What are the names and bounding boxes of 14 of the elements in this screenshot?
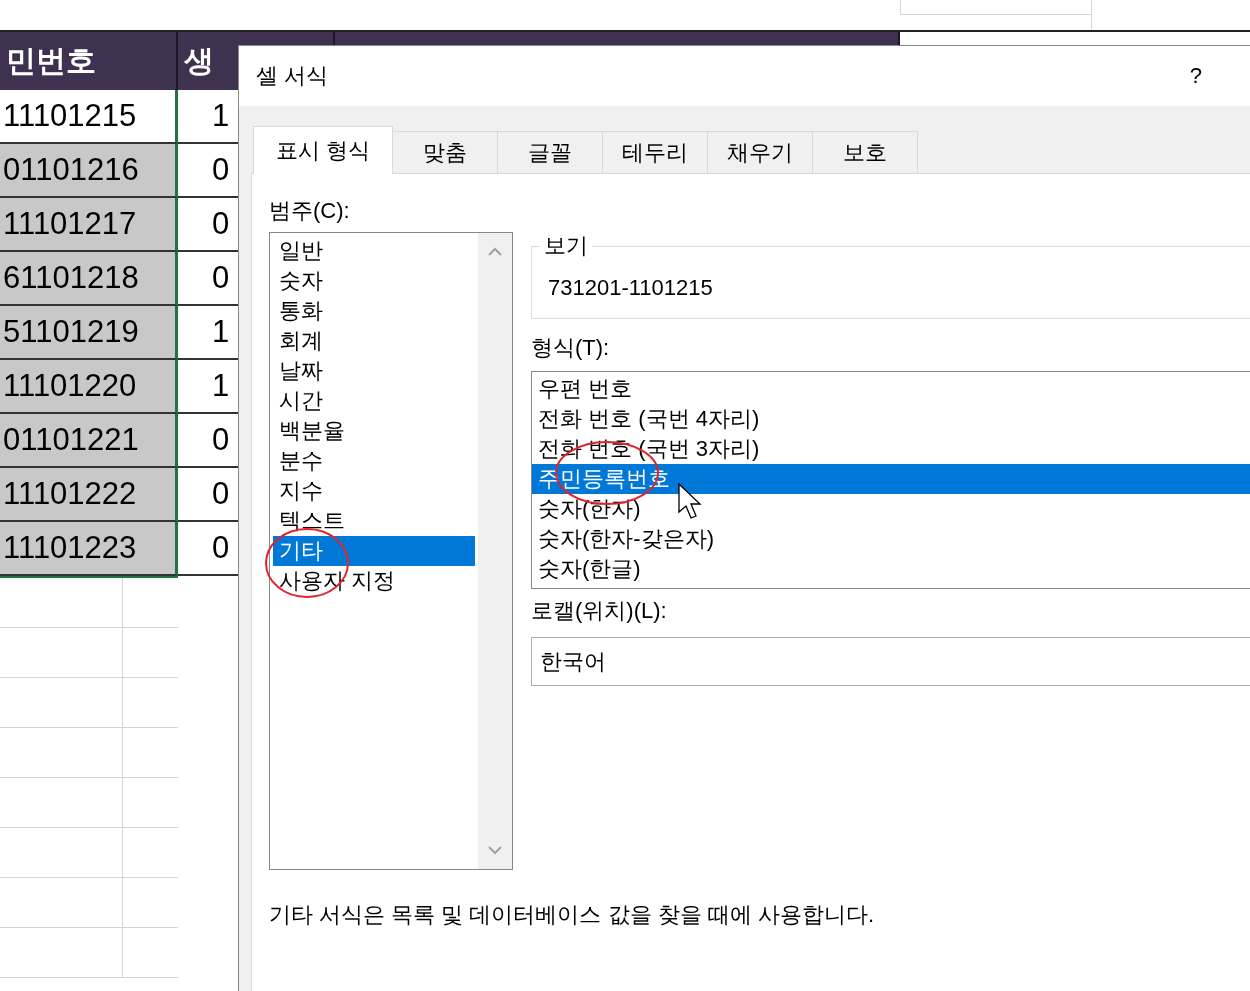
table-cell: 11101220 <box>0 360 178 414</box>
table-cell: 11101223 <box>0 522 178 576</box>
table-cell: 61101218 <box>0 252 178 306</box>
table-cell: 51101219 <box>0 306 178 360</box>
description-text: 기타 서식은 목록 및 데이터베이스 값을 찾을 때에 사용합니다. <box>269 901 875 929</box>
table-cell: 11101222 <box>0 468 178 522</box>
locale-label: 로캘(위치)(L): <box>531 597 668 625</box>
table-cell: 11101215 <box>0 90 178 144</box>
sample-value: 731201-1101215 <box>548 274 713 301</box>
window-title: 셀 서식 <box>256 62 329 90</box>
table-cell: 11101217 <box>0 198 178 252</box>
table-cell: 01101221 <box>0 414 178 468</box>
table-cell: 01101216 <box>0 144 178 198</box>
type-label: 형식(T): <box>531 334 611 362</box>
